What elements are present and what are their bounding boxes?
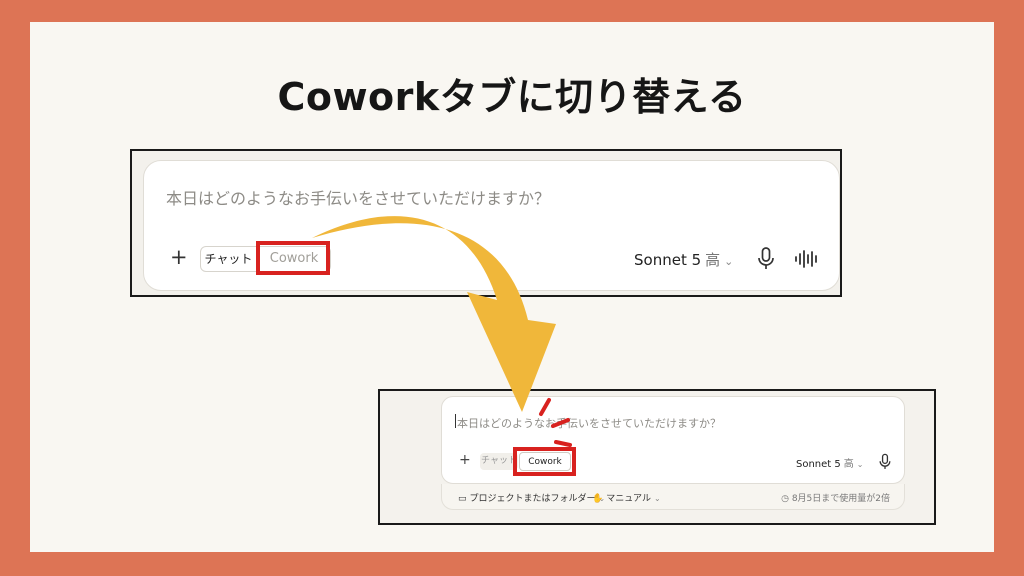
hand-icon: ✋ xyxy=(592,494,604,504)
slide-title: Coworkタブに切り替える xyxy=(277,75,747,119)
slide-card: Coworkタブに切り替える 本日はどのようなお手伝いをさせていただけますか？ … xyxy=(30,22,994,552)
screenshot-before: 本日はどのようなお手伝いをさせていただけますか？ + チャット Cowork S… xyxy=(130,149,842,297)
highlight-box xyxy=(513,447,576,476)
plus-icon[interactable]: + xyxy=(459,453,471,467)
mode-selector[interactable]: ✋ マニュアル ⌄ xyxy=(592,491,661,504)
cowork-options-bar: ▭ プロジェクトまたはフォルダー ⌄ ✋ マニュアル ⌄ ◷ 8月5日まで使用量が2倍 xyxy=(441,484,905,510)
mic-icon[interactable] xyxy=(756,246,776,272)
prompt-placeholder[interactable]: 本日はどのようなお手伝いをさせていただけますか？ xyxy=(166,185,550,209)
highlight-box xyxy=(256,241,330,275)
usage-note-text: 8月5日まで使用量が2倍 xyxy=(791,494,890,504)
folder-icon: ▭ xyxy=(458,494,467,504)
project-folder-selector[interactable]: ▭ プロジェクトまたはフォルダー ⌄ xyxy=(458,491,605,504)
tab-chat[interactable]: チャット xyxy=(201,247,256,271)
effort-level: 高 xyxy=(705,251,721,269)
chevron-down-icon: ⌄ xyxy=(724,255,734,268)
prompt-box-before: 本日はどのようなお手伝いをさせていただけますか？ + チャット Cowork S… xyxy=(143,160,840,291)
screenshot-after: 本日はどのようなお手伝いをさせていただけますか？ + チャット Cowork S… xyxy=(378,389,936,525)
text-caret xyxy=(455,414,456,428)
chevron-down-icon: ⌄ xyxy=(653,494,661,503)
chevron-down-icon: ⌄ xyxy=(856,460,864,469)
mic-icon[interactable] xyxy=(878,453,892,471)
mode-label: マニュアル xyxy=(606,494,651,504)
model-name: Sonnet 5 xyxy=(796,459,841,470)
usage-note: ◷ 8月5日まで使用量が2倍 xyxy=(781,491,890,504)
waveform-icon[interactable] xyxy=(794,249,820,269)
model-selector[interactable]: Sonnet 5 高 ⌄ xyxy=(796,455,863,470)
prompt-placeholder[interactable]: 本日はどのようなお手伝いをさせていただけますか？ xyxy=(457,415,721,431)
clock-icon: ◷ xyxy=(781,494,792,504)
prompt-box-after: 本日はどのようなお手伝いをさせていただけますか？ + チャット Cowork S… xyxy=(441,396,905,484)
plus-icon[interactable]: + xyxy=(170,247,188,268)
effort-level: 高 xyxy=(843,459,854,470)
model-name: Sonnet 5 xyxy=(634,251,702,269)
project-label: プロジェクトまたはフォルダー xyxy=(469,494,596,504)
model-selector[interactable]: Sonnet 5 高 ⌄ xyxy=(634,249,733,270)
